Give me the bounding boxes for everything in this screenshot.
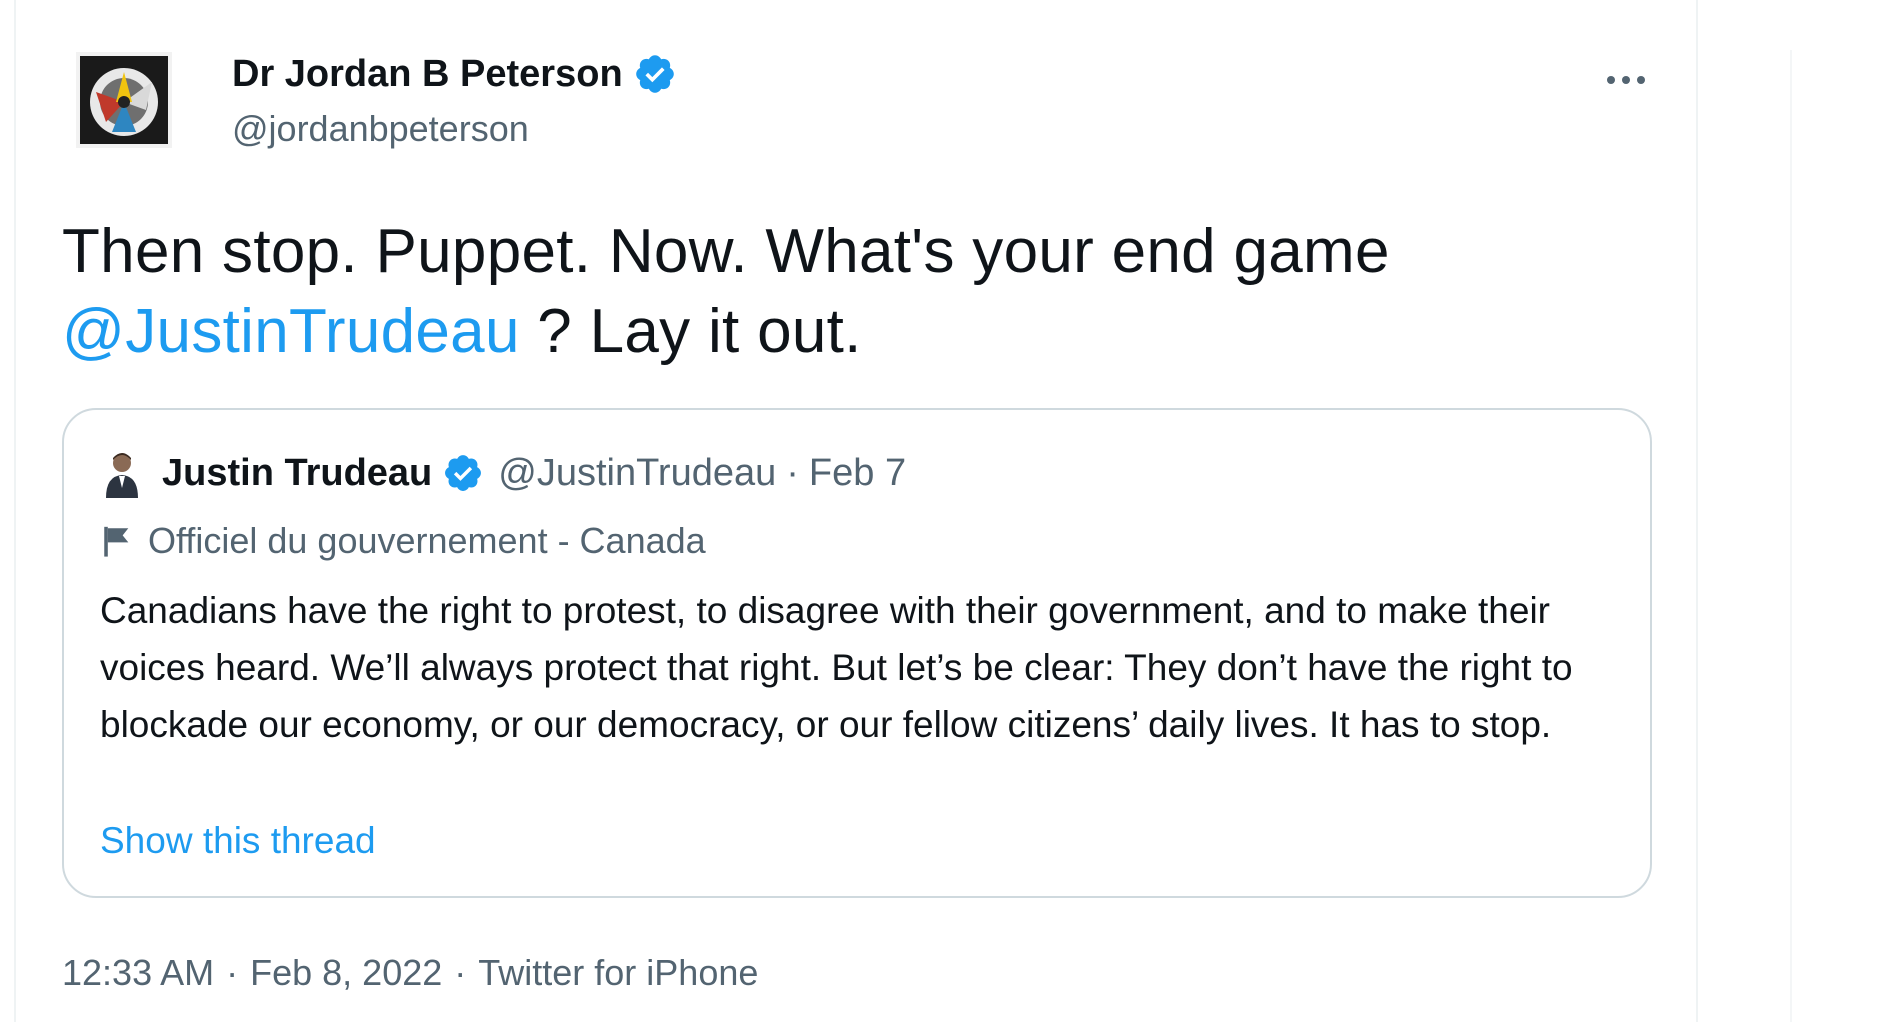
author-avatar[interactable]: [76, 52, 172, 148]
more-dot: [1637, 76, 1645, 84]
tweet-header: Dr Jordan B Peterson @jordanbpeterson: [62, 40, 1672, 160]
tweet: Dr Jordan B Peterson @jordanbpeterson Th…: [62, 40, 1672, 994]
tweet-text-part1: Then stop. Puppet. Now. What's your end …: [62, 217, 1390, 286]
author-handle[interactable]: @jordanbpeterson: [232, 108, 529, 150]
show-thread-link[interactable]: Show this thread: [100, 820, 376, 862]
tweet-metadata: 12:33 AM · Feb 8, 2022 · Twitter for iPh…: [62, 952, 1672, 994]
more-options-icon[interactable]: [1596, 60, 1656, 100]
separator: ·: [226, 952, 239, 993]
author-name[interactable]: Dr Jordan B Peterson: [232, 52, 677, 96]
government-label: Officiel du gouvernement - Canada: [100, 520, 706, 562]
avatar-image: [80, 56, 168, 144]
author-name-text: Dr Jordan B Peterson: [232, 52, 623, 95]
quoted-tweet-card[interactable]: Justin Trudeau @JustinTrudeau · Feb 7 Of…: [62, 408, 1652, 898]
separator: ·: [786, 451, 799, 494]
separator: ·: [454, 952, 467, 993]
tweet-text: Then stop. Puppet. Now. What's your end …: [62, 212, 1672, 372]
flag-icon: [104, 526, 129, 557]
quoted-author-handle[interactable]: @JustinTrudeau: [498, 452, 776, 495]
tweet-text-part2: ? Lay it out.: [519, 297, 862, 366]
mention-link[interactable]: @JustinTrudeau: [62, 297, 520, 366]
verified-badge-icon: [635, 55, 674, 93]
tweet-date[interactable]: Feb 8, 2022: [250, 952, 442, 994]
quoted-tweet-date[interactable]: Feb 7: [809, 452, 906, 495]
sidebar-divider: [1790, 50, 1792, 1022]
tweet-source[interactable]: Twitter for iPhone: [478, 952, 758, 994]
timeline-right-border: [1696, 0, 1698, 1022]
quoted-author-name[interactable]: Justin Trudeau: [162, 452, 432, 495]
quoted-tweet-text: Canadians have the right to protest, to …: [100, 590, 1573, 745]
quoted-author-avatar[interactable]: [100, 448, 144, 498]
government-label-text: Officiel du gouvernement - Canada: [148, 520, 706, 561]
quoted-tweet-header: Justin Trudeau @JustinTrudeau · Feb 7: [100, 448, 906, 498]
timeline-left-border: [14, 0, 16, 1022]
more-dot: [1622, 76, 1630, 84]
verified-badge-icon: [445, 455, 482, 491]
more-dot: [1607, 76, 1615, 84]
tweet-time[interactable]: 12:33 AM: [62, 952, 214, 994]
